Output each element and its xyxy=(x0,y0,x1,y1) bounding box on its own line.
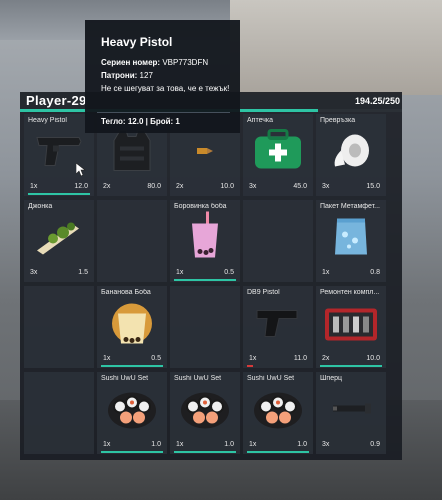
slot-item-name: Sushi UwU Set xyxy=(101,375,149,382)
slot-item-name: Аптечка xyxy=(247,117,274,124)
slot-quantity: 1x xyxy=(322,269,330,276)
slot-item-name: Джонка xyxy=(28,203,53,210)
slot-item-name: Превръзка xyxy=(320,117,356,124)
slot-item-name: Пакет Метамфет... xyxy=(320,203,380,210)
slot-weight: 0.5 xyxy=(151,355,161,362)
medkit-icon xyxy=(251,129,305,178)
item-tooltip: Heavy Pistol Сериен номер: VBP773DFN Пат… xyxy=(85,20,240,133)
slot-weight: 15.0 xyxy=(366,183,380,190)
slot-weight: 10.0 xyxy=(220,183,234,190)
slot-weight: 0.9 xyxy=(370,441,380,448)
slot-durability-bar xyxy=(101,365,163,367)
slot-durability-bar xyxy=(247,451,309,453)
inventory-slot[interactable]: Пакет Метамфет... 1x 0.8 xyxy=(316,200,386,282)
inventory-slot[interactable] xyxy=(243,200,313,282)
slot-weight: 12.0 xyxy=(74,183,88,190)
slot-weight: 45.0 xyxy=(293,183,307,190)
inventory-slot[interactable]: Аптечка 3x 45.0 xyxy=(243,114,313,196)
inventory-slot[interactable]: DB9 Pistol 1x 11.0 xyxy=(243,286,313,368)
inventory-slot[interactable]: Боровинка боба 1x 0.5 xyxy=(170,200,240,282)
sushi-icon xyxy=(179,387,231,436)
slot-item-name: Heavy Pistol xyxy=(28,117,67,124)
slot-item-name: Бананова Боба xyxy=(101,289,151,296)
slot-item-name: DB9 Pistol xyxy=(247,289,280,296)
slot-weight: 11.0 xyxy=(293,355,307,362)
slot-weight: 0.8 xyxy=(370,269,380,276)
slot-weight: 0.5 xyxy=(224,269,234,276)
slot-quantity: 1x xyxy=(103,355,111,362)
slot-item-name: Шперц xyxy=(320,375,343,382)
slot-quantity: 2x xyxy=(322,355,330,362)
slot-durability-bar xyxy=(320,365,382,367)
meth-bag-icon xyxy=(331,215,371,264)
inventory-slot[interactable] xyxy=(170,286,240,368)
inventory-slot[interactable]: Бананова Боба 1x 0.5 xyxy=(97,286,167,368)
bandage-icon xyxy=(329,131,373,176)
slot-weight: 80.0 xyxy=(147,183,161,190)
armor-vest-icon xyxy=(110,127,154,180)
slot-quantity: 3x xyxy=(30,269,38,276)
slot-durability-bar xyxy=(101,451,163,453)
mouse-cursor-icon xyxy=(76,163,86,177)
slot-item-name: Боровинка боба xyxy=(174,203,227,210)
slot-quantity: 1x xyxy=(249,355,257,362)
sushi-icon xyxy=(252,387,304,436)
tooltip-description: Не се шегуват за това, че е тежък! xyxy=(101,84,230,93)
slot-durability-bar xyxy=(174,451,236,453)
bubble-tea-icon xyxy=(188,211,222,267)
slot-item-name: Ремонтен компл... xyxy=(320,289,380,296)
slot-durability-bar xyxy=(174,279,236,281)
player-name: Player-29 xyxy=(26,93,87,108)
slot-durability-bar xyxy=(28,193,90,195)
inventory-panel: Player-29 194.25/250 Heavy Pistol 1x 12.0 2… xyxy=(20,92,402,460)
joint-icon xyxy=(33,217,85,262)
slot-quantity: 2x xyxy=(176,183,184,190)
slot-quantity: 1x xyxy=(176,441,184,448)
slot-quantity: 1x xyxy=(176,269,184,276)
slot-quantity: 1x xyxy=(30,183,38,190)
slot-weight: 1.0 xyxy=(151,441,161,448)
inventory-slot[interactable]: Ремонтен компл... 2x 10.0 xyxy=(316,286,386,368)
slot-item-name: Sushi UwU Set xyxy=(247,375,295,382)
tooltip-ammo-label: Патрони: xyxy=(101,71,138,80)
slot-quantity: 1x xyxy=(249,441,257,448)
slot-quantity: 3x xyxy=(322,183,330,190)
repair-kit-icon xyxy=(323,303,379,348)
tooltip-serial-value: VBP773DFN xyxy=(162,58,209,67)
background-wall xyxy=(230,0,442,95)
inventory-slot[interactable]: Sushi UwU Set 1x 1.0 xyxy=(97,372,167,454)
inventory-slot[interactable]: Шперц 3x 0.9 xyxy=(316,372,386,454)
tooltip-footer: Тегло: 12.0 | Брой: 1 xyxy=(101,117,180,126)
slot-item-name: Sushi UwU Set xyxy=(174,375,222,382)
slot-weight: 10.0 xyxy=(366,355,380,362)
tooltip-ammo-value: 127 xyxy=(139,71,153,80)
slot-quantity: 2x xyxy=(103,183,111,190)
inventory-slot[interactable]: Джонка 3x 1.5 xyxy=(24,200,94,282)
slot-quantity: 3x xyxy=(322,441,330,448)
weight-readout: 194.25/250 xyxy=(354,96,400,106)
tooltip-serial-label: Сериен номер: xyxy=(101,58,161,67)
tooltip-ammo: Патрони: 127 xyxy=(101,71,153,80)
inventory-slot[interactable]: Превръзка 3x 15.0 xyxy=(316,114,386,196)
inventory-slot[interactable]: Heavy Pistol 1x 12.0 xyxy=(24,114,94,196)
inventory-slot[interactable]: Sushi UwU Set 1x 1.0 xyxy=(243,372,313,454)
tooltip-separator xyxy=(97,112,230,113)
tooltip-title: Heavy Pistol xyxy=(101,35,173,49)
slot-weight: 1.0 xyxy=(297,441,307,448)
sushi-icon xyxy=(106,387,158,436)
tooltip-serial: Сериен номер: VBP773DFN xyxy=(101,58,208,67)
db9-pistol-icon xyxy=(253,305,303,346)
bullet-icon xyxy=(195,144,215,162)
slot-durability-bar xyxy=(247,365,253,367)
inventory-slot[interactable]: Sushi UwU Set 1x 1.0 xyxy=(170,372,240,454)
slot-quantity: 1x xyxy=(103,441,111,448)
banana-boba-icon xyxy=(108,298,156,353)
inventory-slot[interactable] xyxy=(24,286,94,368)
inventory-slot[interactable] xyxy=(97,200,167,282)
slot-weight: 1.0 xyxy=(224,441,234,448)
lockpick-icon xyxy=(329,401,373,422)
slot-weight: 1.5 xyxy=(78,269,88,276)
inventory-slot[interactable] xyxy=(24,372,94,454)
slot-quantity: 3x xyxy=(249,183,257,190)
